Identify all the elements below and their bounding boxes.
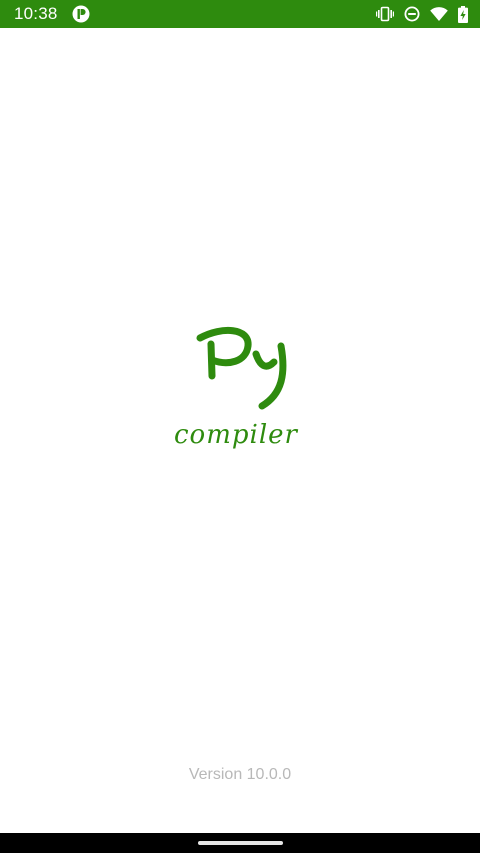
py-compiler-logo: Py compiler xyxy=(170,316,315,461)
battery-charging-icon xyxy=(458,5,468,23)
do-not-disturb-icon xyxy=(404,6,420,22)
status-time: 10:38 xyxy=(14,4,58,23)
app-notification-icon xyxy=(72,5,90,23)
status-icons xyxy=(376,5,468,23)
splash-screen: 10:38 compiler Version 10.0.0 xyxy=(0,0,480,853)
vibrate-icon xyxy=(376,6,394,22)
logo-subtitle: compiler xyxy=(174,420,298,450)
status-bar: 10:38 xyxy=(0,0,480,28)
wifi-icon xyxy=(430,6,448,22)
navigation-bar xyxy=(0,833,480,853)
version-label: Version 10.0.0 xyxy=(188,766,292,783)
home-gesture-handle[interactable] xyxy=(198,841,283,845)
